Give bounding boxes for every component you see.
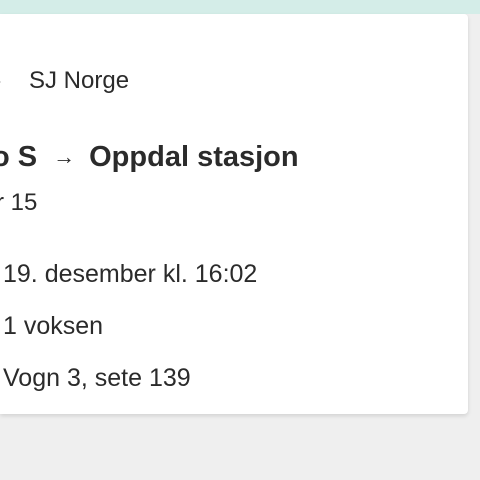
ticket-card[interactable]: SJ Norge o S → Oppdal stasjon r 15 19. d…: [0, 14, 468, 414]
passenger-count: 1 voksen: [3, 312, 104, 340]
operator-name: SJ Norge: [29, 67, 130, 94]
departure-datetime: 19. desember kl. 16:02: [3, 260, 258, 288]
route-destination: Oppdal stasjon: [89, 140, 299, 173]
chevron-icon: [0, 81, 1, 83]
route-origin: o S: [0, 140, 38, 173]
route-title: o S → Oppdal stasjon: [0, 138, 299, 176]
train-number: r 15: [0, 189, 38, 216]
seat-assignment: Vogn 3, sete 139: [3, 364, 191, 392]
top-accent-strip: [0, 0, 480, 14]
arrow-right-icon: →: [53, 144, 76, 169]
